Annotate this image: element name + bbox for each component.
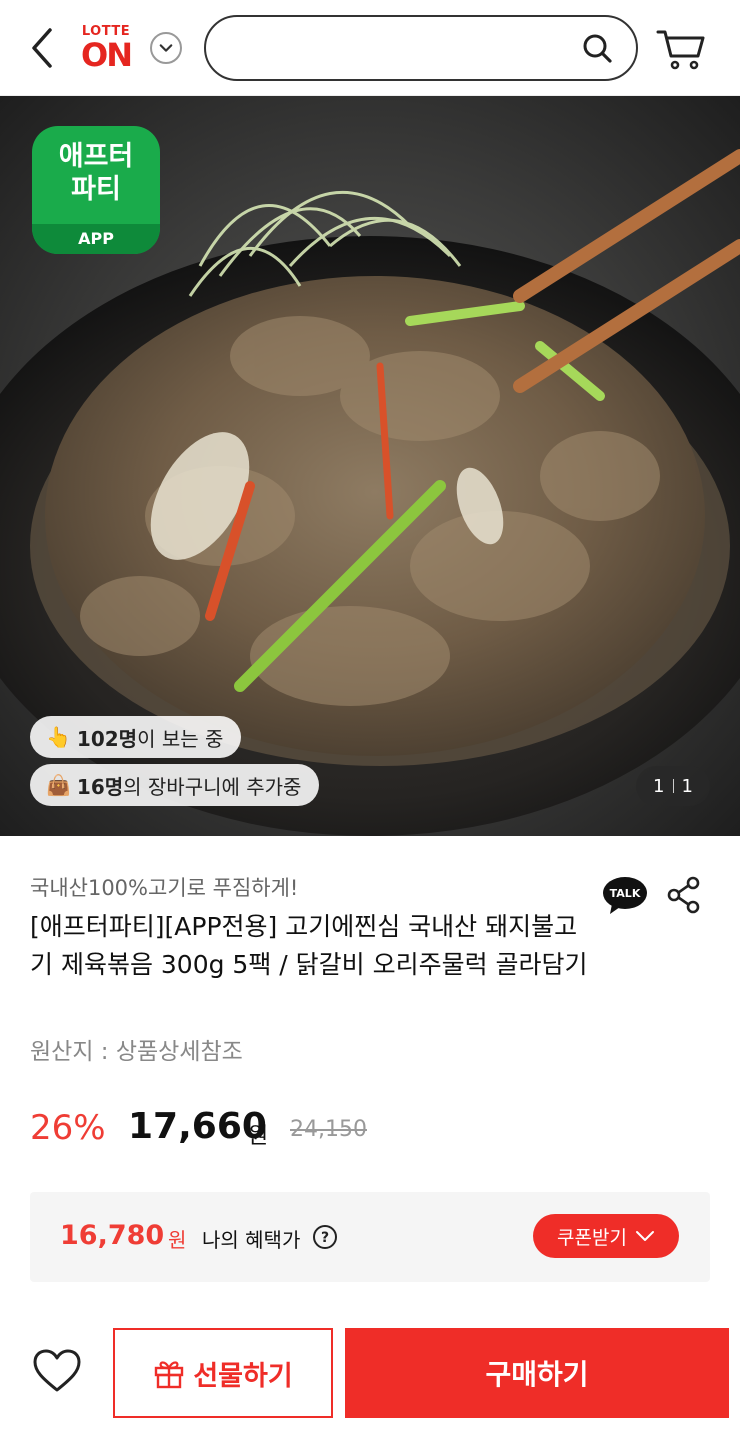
pager-total: 1 [681,775,693,797]
question-circle-icon[interactable]: ? [312,1224,338,1250]
cart-adds-count: 16명 [76,774,124,799]
get-coupon-button[interactable]: 쿠폰받기 [533,1214,679,1258]
viewers-count: 102명 [76,726,138,751]
badge-line1: 애프터 [58,141,134,172]
gift-button[interactable]: 선물하기 [113,1328,333,1418]
chevron-down-icon[interactable] [150,32,182,64]
viewers-suffix: 이 보는 중 [137,726,224,751]
product-subtitle: 국내산100%고기로 푸짐하게! [30,876,299,900]
search-bar[interactable] [204,15,638,81]
pager-current: 1 [653,775,665,797]
gift-label: 선물하기 [193,1360,293,1392]
lotte-on-logo[interactable]: LOTTE ON [74,18,138,74]
badge-app-label: APP [32,224,160,254]
logo-main-text: ON [81,36,133,74]
chevron-down-icon [635,1231,654,1241]
image-pager: 1 1 [636,766,710,806]
benefit-price-unit: 원 [168,1228,187,1252]
bottom-action-bar: 선물하기 구매하기 [0,1318,740,1429]
benefit-price: 16,780 [60,1220,165,1251]
cart-icon[interactable] [656,26,706,72]
heart-icon[interactable] [32,1348,82,1394]
cart-adds-suffix: 의 장바구니에 추가중 [123,774,302,799]
kakao-talk-share-icon[interactable]: TALK [602,876,648,916]
viewers-chip: 👆 102명 이 보는 중 [30,716,242,758]
original-price: 24,150 [290,1117,367,1142]
search-input[interactable] [230,27,560,69]
back-arrow-icon[interactable] [24,24,64,72]
search-icon[interactable] [580,31,614,65]
benefit-label: 나의 혜택가 [202,1228,301,1252]
gift-icon [155,1361,184,1389]
price-unit: 원 [248,1124,269,1149]
shopping-bag-icon: 👜 [46,773,71,797]
benefit-box: 16,780 원 나의 혜택가 ? 쿠폰받기 [30,1192,710,1282]
buy-button[interactable]: 구매하기 [345,1328,729,1418]
top-header: LOTTE ON [0,0,740,96]
discount-rate: 26% [30,1108,106,1148]
pointing-hand-icon: 👆 [46,725,71,749]
after-party-badge: 애프터 파티 APP [32,126,160,254]
sale-price: 17,660 [128,1106,267,1147]
pager-divider [672,779,674,793]
product-title: [애프터파티][APP전용] 고기에찐심 국내산 돼지불고기 제육볶음 300g… [30,912,588,979]
coupon-label: 쿠폰받기 [557,1226,627,1249]
product-image[interactable]: 애프터 파티 APP 👆 102명 이 보는 중 👜 16명 의 장바구니에 추가… [0,96,740,836]
cart-adds-chip: 👜 16명 의 장바구니에 추가중 [30,764,320,806]
svg-text:TALK: TALK [610,887,641,900]
badge-line2: 파티 [71,174,121,205]
share-icon[interactable] [666,876,702,914]
svg-text:?: ? [321,1230,329,1246]
product-origin: 원산지 : 상품상세참조 [30,1039,243,1065]
